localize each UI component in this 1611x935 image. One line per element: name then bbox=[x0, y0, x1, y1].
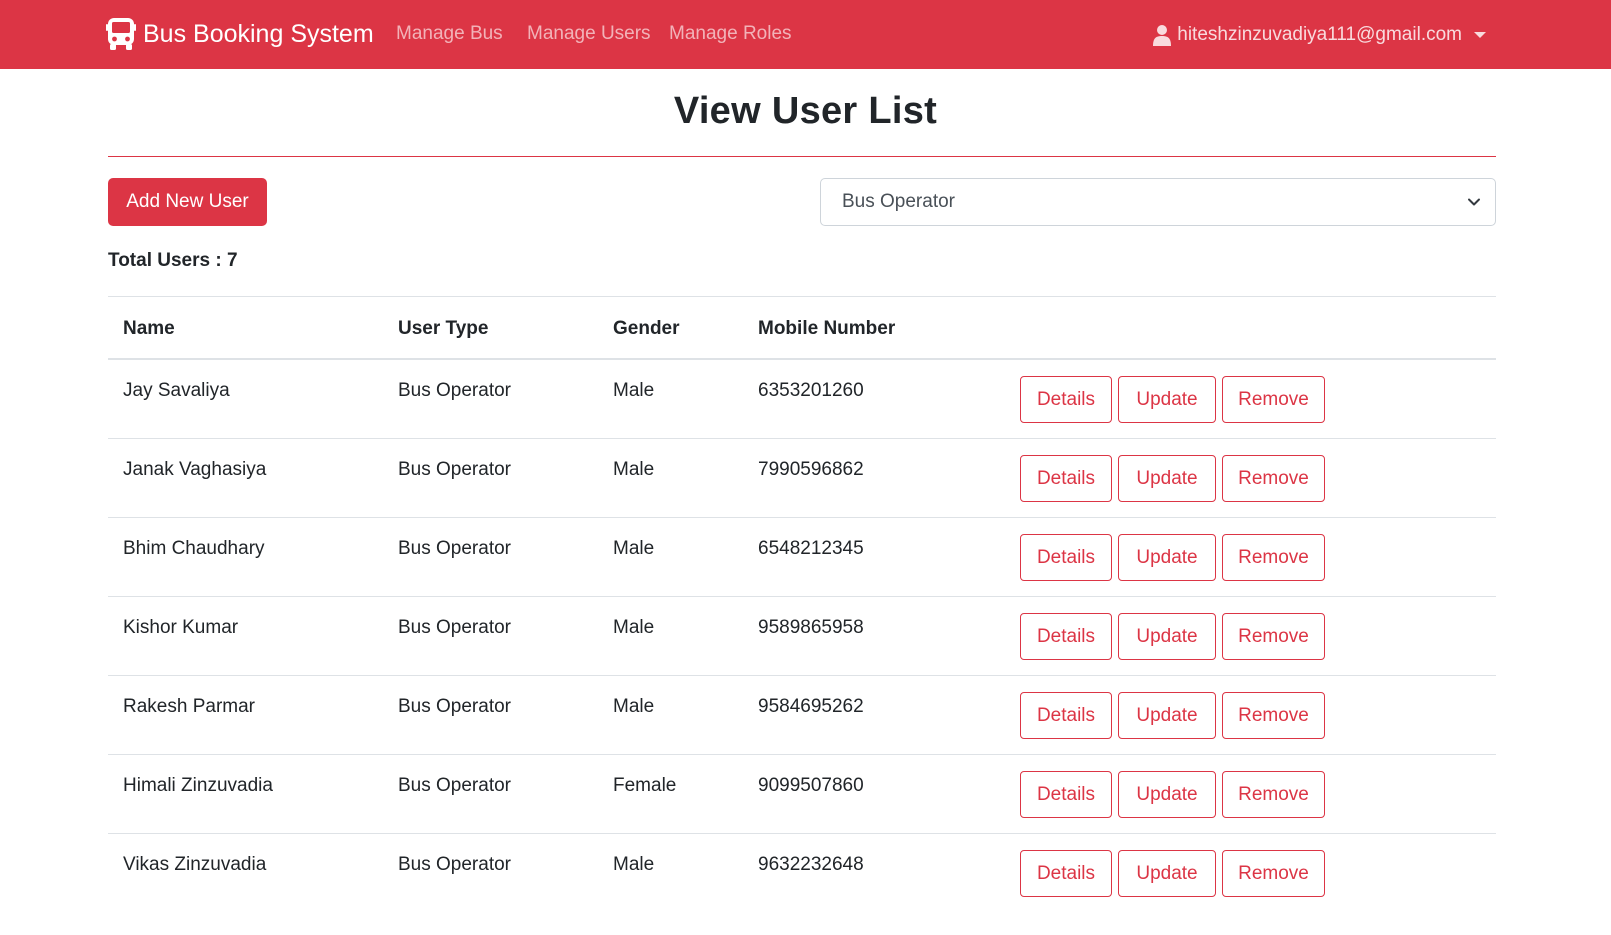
table-row: Rakesh Parmar Bus Operator Male 95846952… bbox=[108, 676, 1496, 755]
details-button[interactable]: Details bbox=[1020, 455, 1112, 502]
remove-button[interactable]: Remove bbox=[1222, 692, 1325, 739]
chevron-down-icon bbox=[1468, 198, 1480, 206]
bus-icon bbox=[106, 18, 136, 50]
cell-gender: Male bbox=[613, 538, 655, 559]
cell-name: Janak Vaghasiya bbox=[123, 459, 267, 480]
table-row: Jay Savaliya Bus Operator Male 635320126… bbox=[108, 360, 1496, 439]
user-email: hiteshzinzuvadiya111@gmail.com bbox=[1177, 24, 1462, 45]
table-row: Bhim Chaudhary Bus Operator Male 6548212… bbox=[108, 518, 1496, 597]
cell-mobile: 7990596862 bbox=[758, 459, 864, 480]
cell-name: Jay Savaliya bbox=[123, 380, 230, 401]
cell-gender: Male bbox=[613, 459, 655, 480]
update-button[interactable]: Update bbox=[1118, 850, 1216, 897]
cell-name: Himali Zinzuvadia bbox=[123, 775, 273, 796]
header-user-type: User Type bbox=[398, 318, 489, 339]
table-row: Janak Vaghasiya Bus Operator Male 799059… bbox=[108, 439, 1496, 518]
cell-gender: Male bbox=[613, 854, 655, 875]
cell-user-type: Bus Operator bbox=[398, 380, 511, 401]
cell-gender: Male bbox=[613, 696, 655, 717]
nav-manage-users[interactable]: Manage Users bbox=[527, 23, 651, 45]
update-button[interactable]: Update bbox=[1118, 692, 1216, 739]
page-title: View User List bbox=[673, 90, 938, 132]
cell-user-type: Bus Operator bbox=[398, 538, 511, 559]
user-type-filter-value: Bus Operator bbox=[842, 191, 955, 212]
update-button[interactable]: Update bbox=[1118, 771, 1216, 818]
details-button[interactable]: Details bbox=[1020, 613, 1112, 660]
table-row: Vikas Zinzuvadia Bus Operator Male 96322… bbox=[108, 834, 1496, 913]
update-button[interactable]: Update bbox=[1118, 455, 1216, 502]
cell-user-type: Bus Operator bbox=[398, 617, 511, 638]
cell-mobile: 9589865958 bbox=[758, 617, 864, 638]
cell-user-type: Bus Operator bbox=[398, 854, 511, 875]
update-button[interactable]: Update bbox=[1118, 534, 1216, 581]
top-navbar: Bus Booking System Manage Bus Manage Use… bbox=[0, 0, 1611, 69]
update-button[interactable]: Update bbox=[1118, 613, 1216, 660]
details-button[interactable]: Details bbox=[1020, 692, 1112, 739]
brand-link[interactable]: Bus Booking System bbox=[106, 16, 374, 52]
header-name: Name bbox=[123, 318, 175, 339]
user-type-filter[interactable]: Bus Operator bbox=[820, 178, 1496, 226]
header-mobile-number: Mobile Number bbox=[758, 318, 896, 339]
row-actions: Details Update Remove bbox=[1020, 455, 1331, 502]
cell-user-type: Bus Operator bbox=[398, 696, 511, 717]
cell-gender: Male bbox=[613, 617, 655, 638]
cell-name: Kishor Kumar bbox=[123, 617, 239, 638]
add-user-button[interactable]: Add New User bbox=[108, 178, 267, 226]
nav-manage-roles[interactable]: Manage Roles bbox=[669, 23, 792, 45]
user-icon bbox=[1153, 25, 1172, 46]
remove-button[interactable]: Remove bbox=[1222, 613, 1325, 660]
cell-name: Vikas Zinzuvadia bbox=[123, 854, 267, 875]
cell-user-type: Bus Operator bbox=[398, 775, 511, 796]
cell-name: Rakesh Parmar bbox=[123, 696, 255, 717]
header-gender: Gender bbox=[613, 318, 680, 339]
details-button[interactable]: Details bbox=[1020, 771, 1112, 818]
details-button[interactable]: Details bbox=[1020, 376, 1112, 423]
cell-mobile: 9584695262 bbox=[758, 696, 864, 717]
cell-mobile: 6548212345 bbox=[758, 538, 864, 559]
brand-label: Bus Booking System bbox=[143, 19, 374, 48]
cell-mobile: 9632232648 bbox=[758, 854, 864, 875]
cell-mobile: 9099507860 bbox=[758, 775, 864, 796]
remove-button[interactable]: Remove bbox=[1222, 850, 1325, 897]
cell-mobile: 6353201260 bbox=[758, 380, 864, 401]
remove-button[interactable]: Remove bbox=[1222, 455, 1325, 502]
total-users-count: Total Users : 7 bbox=[108, 250, 238, 271]
nav-manage-bus[interactable]: Manage Bus bbox=[396, 23, 503, 45]
remove-button[interactable]: Remove bbox=[1222, 534, 1325, 581]
cell-user-type: Bus Operator bbox=[398, 459, 511, 480]
table-header: Name User Type Gender Mobile Number bbox=[108, 297, 1496, 360]
title-divider bbox=[108, 156, 1496, 157]
caret-down-icon bbox=[1474, 32, 1486, 38]
row-actions: Details Update Remove bbox=[1020, 613, 1331, 660]
users-table: Name User Type Gender Mobile Number Jay … bbox=[108, 296, 1496, 913]
details-button[interactable]: Details bbox=[1020, 850, 1112, 897]
row-actions: Details Update Remove bbox=[1020, 376, 1331, 423]
cell-gender: Female bbox=[613, 775, 677, 796]
update-button[interactable]: Update bbox=[1118, 376, 1216, 423]
cell-name: Bhim Chaudhary bbox=[123, 538, 265, 559]
table-row: Himali Zinzuvadia Bus Operator Female 90… bbox=[108, 755, 1496, 834]
table-row: Kishor Kumar Bus Operator Male 958986595… bbox=[108, 597, 1496, 676]
remove-button[interactable]: Remove bbox=[1222, 771, 1325, 818]
row-actions: Details Update Remove bbox=[1020, 534, 1331, 581]
cell-gender: Male bbox=[613, 380, 655, 401]
row-actions: Details Update Remove bbox=[1020, 692, 1331, 739]
row-actions: Details Update Remove bbox=[1020, 771, 1331, 818]
remove-button[interactable]: Remove bbox=[1222, 376, 1325, 423]
details-button[interactable]: Details bbox=[1020, 534, 1112, 581]
user-dropdown[interactable]: hiteshzinzuvadiya111@gmail.com bbox=[1153, 21, 1486, 49]
row-actions: Details Update Remove bbox=[1020, 850, 1331, 897]
